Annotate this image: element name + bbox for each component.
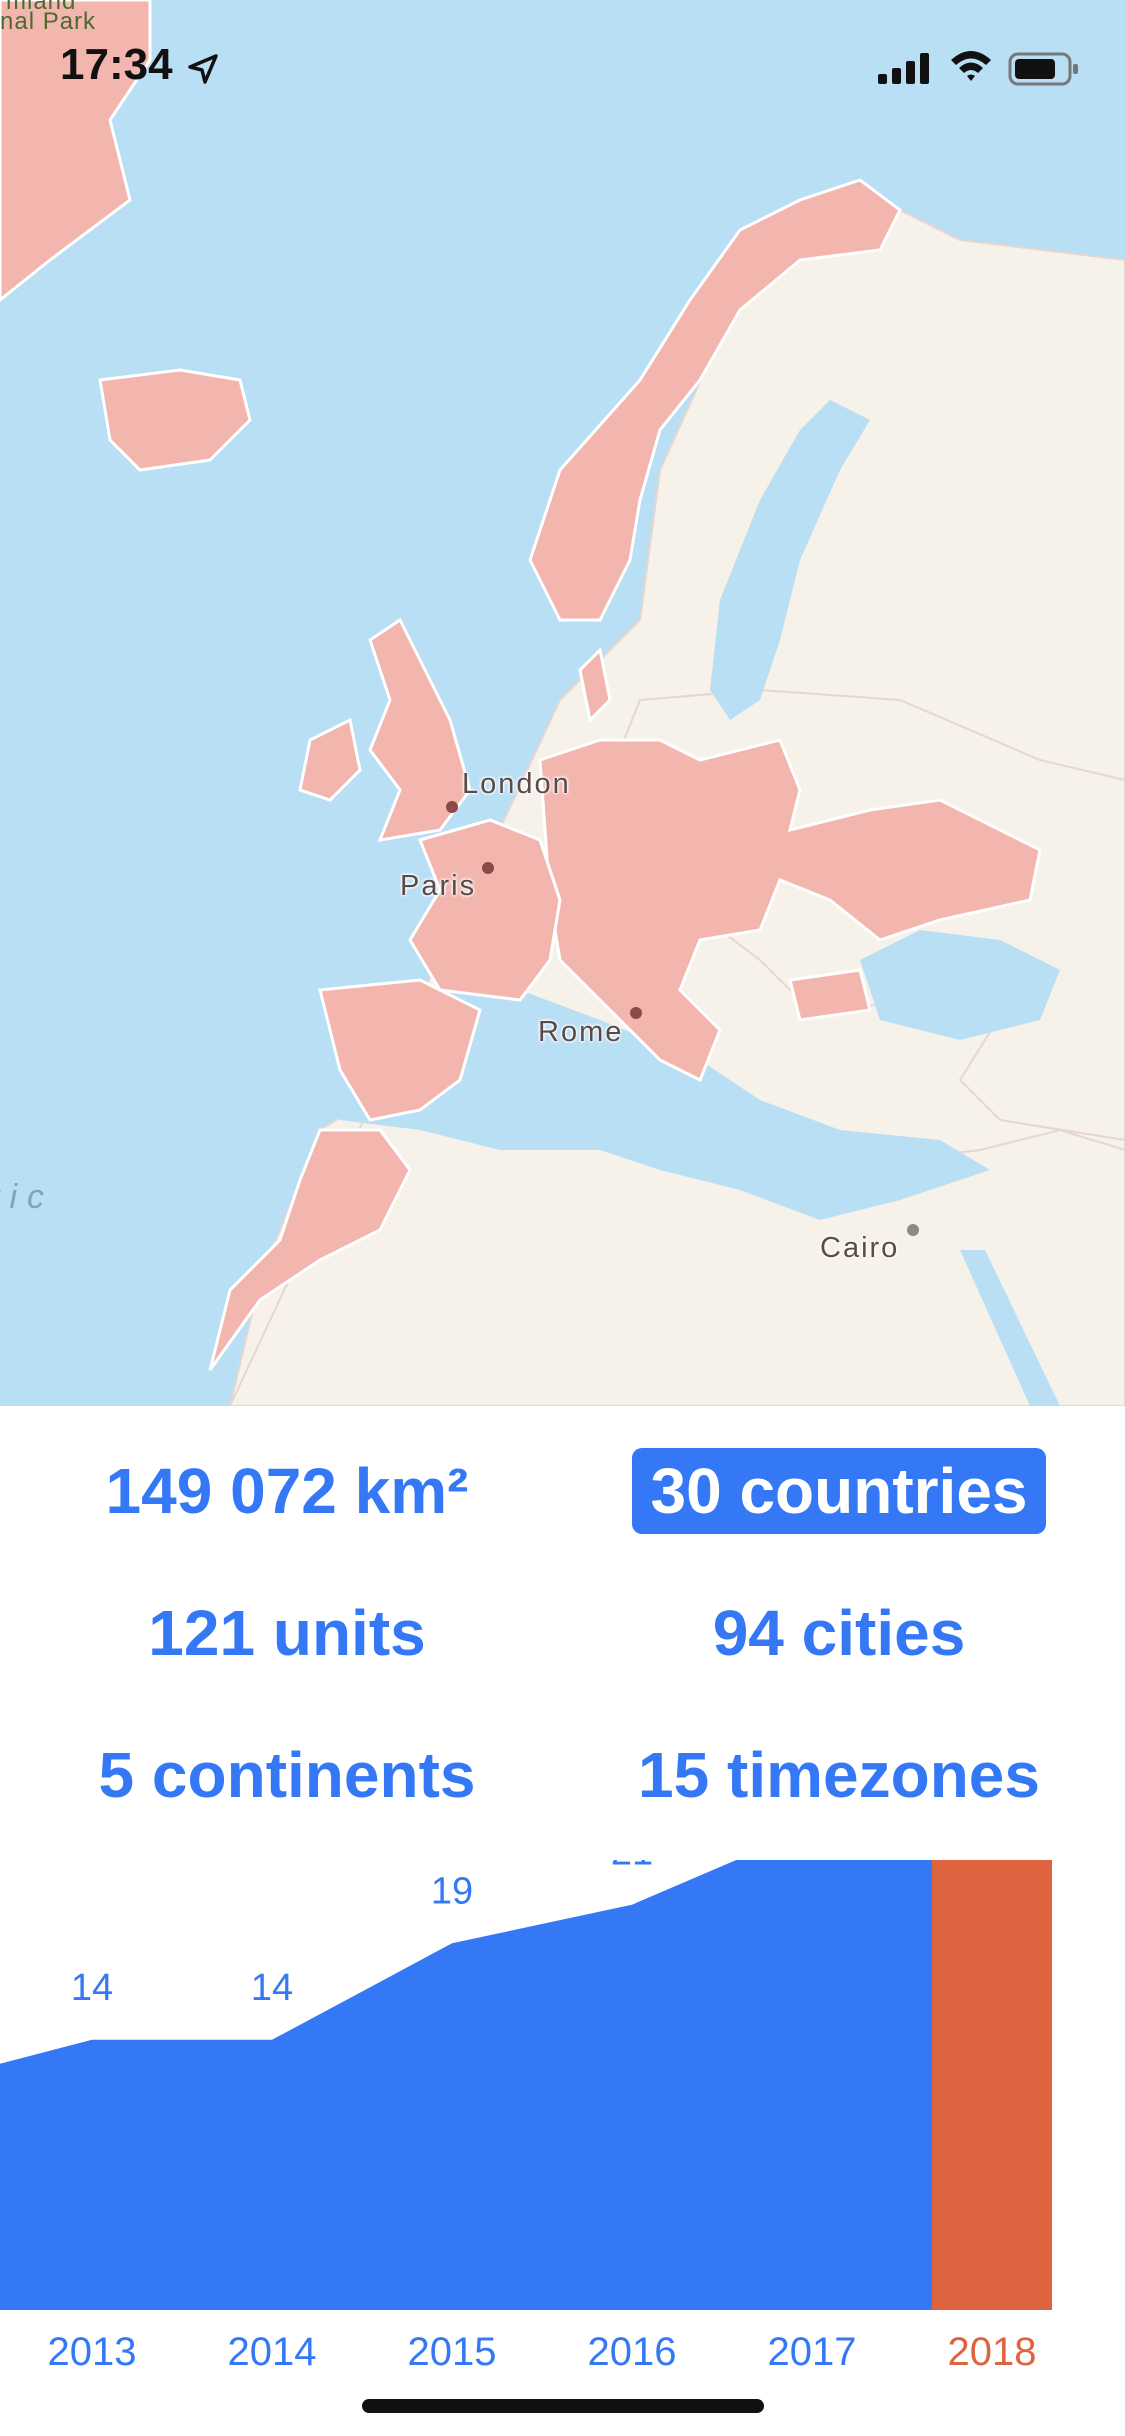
stat-continents[interactable]: 5 continents — [6, 1732, 568, 1818]
chart-value-label: 14 — [71, 1967, 113, 2009]
ireland — [298, 717, 362, 802]
status-time: 17:34 — [60, 40, 173, 89]
chart-year-label[interactable]: 2017 — [768, 2330, 857, 2374]
stat-cities[interactable]: 94 cities — [558, 1590, 1120, 1676]
chart-year-label[interactable]: 2013 — [48, 2330, 137, 2374]
chart-highlight-bar[interactable] — [932, 1860, 1052, 2310]
chart-year-label[interactable]: 2018 — [948, 2330, 1037, 2374]
city-dot-london — [446, 801, 458, 813]
city-label-london[interactable]: London — [462, 768, 571, 801]
stat-cities-label: 94 cities — [712, 1597, 966, 1669]
location-arrow-icon — [188, 54, 218, 84]
city-label-rome[interactable]: Rome — [538, 1016, 623, 1049]
chart-year-label[interactable]: 2015 — [408, 2330, 497, 2374]
status-bar: 17:34 — [0, 0, 1125, 135]
stat-units-label: 121 units — [148, 1597, 426, 1669]
stat-units[interactable]: 121 units — [6, 1590, 568, 1676]
city-label-cairo[interactable]: Cairo — [820, 1232, 899, 1265]
battery-icon — [1008, 52, 1078, 86]
wifi-icon — [951, 51, 991, 81]
city-dot-rome — [630, 1007, 642, 1019]
cellular-signal-icon — [878, 53, 929, 84]
map-canvas — [0, 0, 1125, 1406]
city-dot-paris — [482, 862, 494, 874]
chart-value-label: 19 — [431, 1870, 473, 1912]
france — [408, 818, 562, 1002]
ocean-label: tic — [0, 1178, 54, 1216]
chart-area-series — [0, 1860, 932, 2310]
countries-per-year-chart[interactable]: 142013142014192015212016252017302018 — [0, 1860, 1125, 2380]
stat-countries-label: 30 countries — [632, 1448, 1046, 1534]
iceland — [98, 368, 252, 472]
stat-countries[interactable]: 30 countries — [558, 1448, 1120, 1534]
map-view[interactable]: mland nal Park tic London Paris Rome Cai… — [0, 0, 1125, 1406]
stat-area[interactable]: 149 072 km² — [6, 1448, 568, 1534]
stat-area-label: 149 072 km² — [105, 1455, 469, 1527]
stat-timezones-label: 15 timezones — [638, 1739, 1040, 1811]
home-indicator[interactable] — [362, 2399, 764, 2413]
city-dot-cairo — [907, 1224, 919, 1236]
bulgaria — [788, 968, 872, 1022]
chart-value-label: 21 — [611, 1860, 653, 1874]
city-label-paris[interactable]: Paris — [400, 870, 476, 903]
stat-timezones[interactable]: 15 timezones — [558, 1732, 1120, 1818]
chart-year-label[interactable]: 2014 — [228, 2330, 317, 2374]
chart-value-label: 14 — [251, 1967, 293, 2009]
stat-continents-label: 5 continents — [98, 1739, 476, 1811]
chart-year-label[interactable]: 2016 — [588, 2330, 677, 2374]
